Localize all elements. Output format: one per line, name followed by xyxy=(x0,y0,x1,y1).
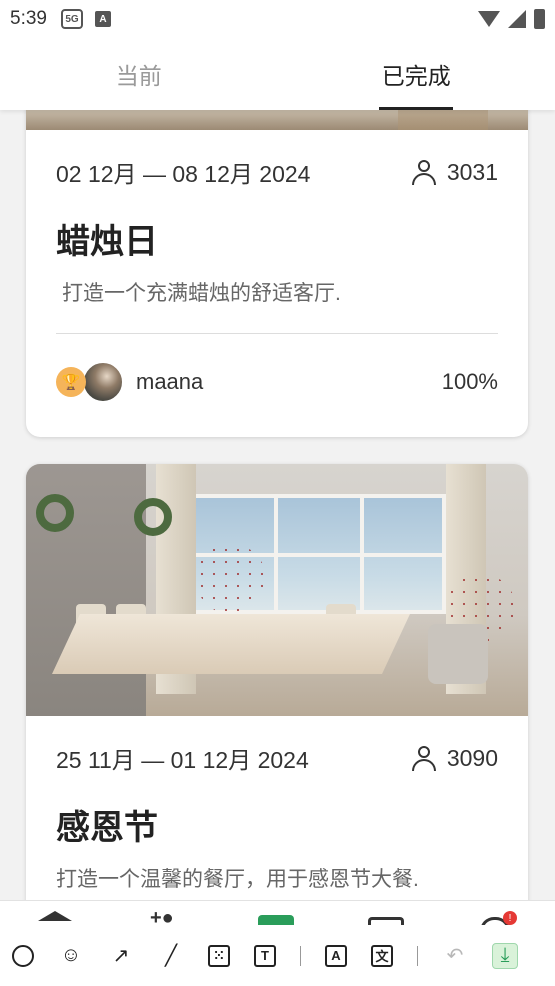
dice-icon[interactable]: ⁙ xyxy=(208,944,230,967)
battery-icon xyxy=(534,9,545,29)
person-icon xyxy=(411,745,437,771)
winner[interactable]: 🏆 maana xyxy=(56,361,203,403)
edit-toolbar: ☺ ↗ ╱ ⁙ T A 文 ↶ ⤓ xyxy=(0,925,555,986)
participant-count: 3090 xyxy=(446,744,498,771)
participant-count: 3031 xyxy=(446,158,498,185)
signal-icon xyxy=(508,10,526,28)
status-bar: 5:39 5G A xyxy=(0,0,555,38)
wifi-icon xyxy=(478,11,500,27)
avatar[interactable] xyxy=(82,361,124,403)
challenge-list[interactable]: 02 12月 — 08 12月 2024 3031 蜡烛日 打造一个充满蜡烛的舒… xyxy=(0,110,555,900)
arrow-icon[interactable]: ↗ xyxy=(108,943,134,969)
challenge-description: 打造一个充满蜡烛的舒适客厅. xyxy=(62,282,341,305)
winner-username[interactable]: maana xyxy=(136,369,203,395)
app-screen: 5:39 5G A 当前 已完成 02 12月 — 08 12月 2024 30… xyxy=(0,0,555,986)
challenge-title: 蜡烛日 xyxy=(56,223,158,261)
date-range: 02 12月 — 08 12月 2024 xyxy=(56,161,311,187)
tab-bar: 当前 已完成 xyxy=(0,38,555,110)
divider xyxy=(300,945,301,966)
challenge-meta: 25 11月 — 01 12月 2024 3090 xyxy=(56,716,498,800)
5g-app-icon: 5G xyxy=(60,9,83,29)
translate-icon[interactable]: 文 xyxy=(371,944,393,967)
download-icon[interactable]: ⤓ xyxy=(492,942,518,969)
challenge-image xyxy=(26,464,528,716)
challenge-image xyxy=(26,110,528,130)
challenge-card[interactable]: 02 12月 — 08 12月 2024 3031 蜡烛日 打造一个充满蜡烛的舒… xyxy=(26,110,528,437)
circle-icon[interactable] xyxy=(12,944,34,967)
translate-image-icon[interactable]: A xyxy=(325,944,347,967)
participants: 3031 xyxy=(411,159,498,186)
status-time: 5:39 xyxy=(10,8,47,29)
emoji-icon[interactable]: ☺ xyxy=(58,943,84,969)
notification-a-icon: A xyxy=(94,11,111,27)
undo-icon[interactable]: ↶ xyxy=(442,943,468,969)
notification-badge: ! xyxy=(503,911,517,925)
tab-completed[interactable]: 已完成 xyxy=(278,38,555,110)
pen-icon[interactable]: ╱ xyxy=(158,943,184,969)
text-icon[interactable]: T xyxy=(254,944,276,967)
divider xyxy=(417,945,418,966)
date-range: 25 11月 — 01 12月 2024 xyxy=(56,747,309,773)
challenge-card[interactable]: 25 11月 — 01 12月 2024 3090 感恩节 打造一个温馨的餐厅，… xyxy=(26,464,528,900)
person-icon xyxy=(411,159,437,185)
home-icon[interactable] xyxy=(38,911,72,921)
trophy-icon: 🏆 xyxy=(56,367,86,397)
winner-percent: 100% xyxy=(441,369,498,394)
winner-row[interactable]: 🏆 maana 100% xyxy=(56,334,498,430)
tab-current[interactable]: 当前 xyxy=(0,38,278,110)
challenge-title: 感恩节 xyxy=(56,809,158,847)
challenge-meta: 02 12月 — 08 12月 2024 3031 xyxy=(56,130,498,214)
status-indicators xyxy=(478,9,545,29)
challenge-description: 打造一个温馨的餐厅，用于感恩节大餐. xyxy=(56,868,419,891)
participants: 3090 xyxy=(411,745,498,772)
image-detail xyxy=(398,110,488,130)
